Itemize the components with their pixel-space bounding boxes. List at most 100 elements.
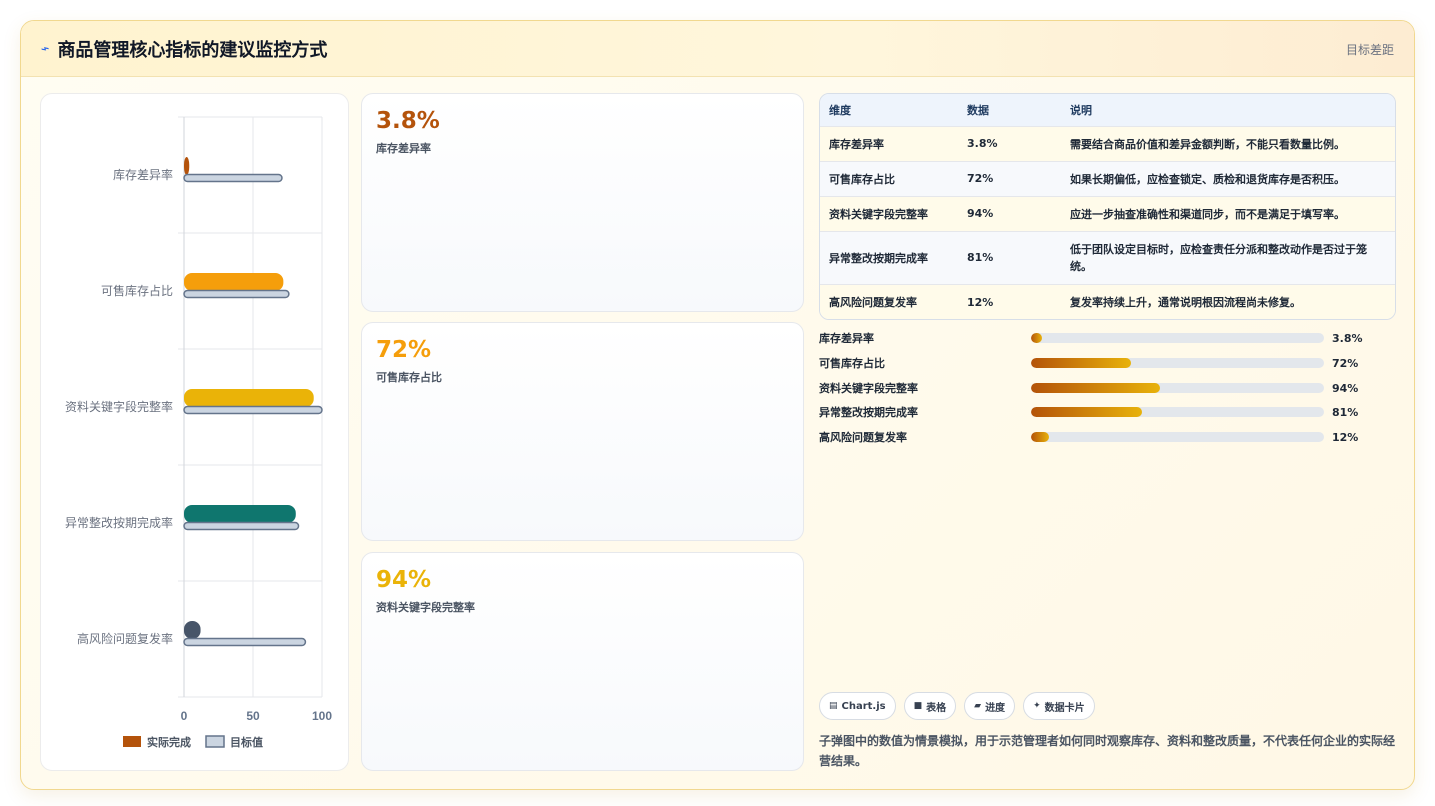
progress-label: 可售库存占比 bbox=[819, 356, 885, 370]
chip-chartjs[interactable]: ▤ Chart.js bbox=[819, 692, 896, 720]
x-tick-label: 0 bbox=[181, 709, 188, 723]
legend-swatch-target bbox=[205, 735, 225, 748]
metrics-table: 维度 数据 说明 库存差异率 3.8% 需要结合商品价值和差异金额判断，不能只看… bbox=[819, 93, 1396, 320]
target-bar bbox=[183, 289, 290, 299]
x-tick-label: 100 bbox=[312, 709, 332, 723]
table-cell: 81% bbox=[958, 230, 1061, 284]
table-cell: 12% bbox=[958, 283, 1061, 319]
progress-row: 库存差异率 3.8% bbox=[819, 330, 1396, 355]
kpi-value: 94% bbox=[376, 567, 432, 593]
progress-label: 资料关键字段完整率 bbox=[819, 381, 918, 395]
progress-fill bbox=[1031, 407, 1143, 418]
progress-label: 异常整改按期完成率 bbox=[819, 406, 918, 420]
table-cell: 高风险问题复发率 bbox=[820, 283, 958, 319]
table-cell: 异常整改按期完成率 bbox=[820, 230, 958, 284]
progress-fill bbox=[1031, 432, 1049, 443]
kpi-label: 库存差异率 bbox=[376, 142, 431, 155]
table-cell: 复发率持续上升，通常说明根因流程尚未修复。 bbox=[1061, 283, 1395, 319]
progress-track bbox=[1031, 333, 1324, 343]
target-bar bbox=[183, 521, 300, 531]
target-bar bbox=[183, 173, 283, 183]
progress-label: 高风险问题复发率 bbox=[819, 431, 907, 445]
bullet-chart: 库存差异率可售库存占比资料关键字段完整率异常整改按期完成率高风险问题复发率 0 50… bbox=[65, 116, 332, 749]
bullet-chart-card: 库存差异率 可售库存占比 资料关键字段完整率 异常整改按期完成率 高风险问题复发率 0 50… bbox=[40, 93, 349, 771]
footnote: 子弹图中的数值为情景模拟，用于示范管理者如何同时观察库存、资料和整改质量，不代表… bbox=[819, 734, 1396, 768]
chip-data-cards[interactable]: ✦ 数据卡片 bbox=[1023, 692, 1095, 720]
table-cell: 94% bbox=[958, 195, 1061, 231]
table-cell: 如果长期偏低，应检查锁定、质检和退货库存是否积压。 bbox=[1061, 160, 1395, 196]
kpi-card-sellable-inventory: 72% 可售库存占比 bbox=[361, 322, 804, 541]
progress-row: 高风险问题复发率 12% bbox=[819, 429, 1396, 454]
table-cell: 72% bbox=[958, 160, 1061, 196]
chip-progress[interactable]: ▰ 进度 bbox=[964, 692, 1016, 720]
table-header: 维度 bbox=[829, 103, 851, 117]
progress-track bbox=[1031, 407, 1324, 418]
kpi-value: 3.8% bbox=[376, 108, 440, 134]
actual-bar bbox=[184, 389, 314, 407]
progress-row: 资料关键字段完整率 94% bbox=[819, 380, 1396, 405]
kpi-value: 72% bbox=[376, 337, 432, 363]
progress-value: 81% bbox=[1332, 406, 1359, 420]
category-label: 库存差异率 bbox=[113, 167, 173, 182]
progress-value: 12% bbox=[1332, 431, 1359, 445]
progress-fill bbox=[1031, 357, 1131, 368]
line-chart-icon: ⌁ bbox=[38, 39, 52, 58]
dashboard-frame: ⌁ 商品管理核心指标的建议监控方式 目标差距 库存差异率 可售库存占比 资料关键字段… bbox=[20, 20, 1415, 790]
progress-row: 异常整改按期完成率 81% bbox=[819, 404, 1396, 429]
target-bar bbox=[183, 405, 323, 415]
table-row: 可售库存占比 72% 如果长期偏低，应检查锁定、质检和退货库存是否积压。 bbox=[820, 160, 1395, 196]
chip-label: 数据卡片 bbox=[1044, 702, 1085, 714]
chip-label: 进度 bbox=[985, 702, 1006, 714]
category-label: 高风险问题复发率 bbox=[77, 631, 173, 646]
actual-bar bbox=[184, 621, 201, 639]
progress-track bbox=[1031, 432, 1324, 443]
tech-chips: ▤ Chart.js ■ 表格 ▰ 进度 ✦ 数据卡片 bbox=[819, 692, 1095, 720]
table-cell: 应进一步抽查准确性和渠道同步，而不是满足于填写率。 bbox=[1061, 195, 1395, 231]
chip-label: 表格 bbox=[926, 702, 947, 714]
progress-icon: ▰ bbox=[974, 701, 982, 711]
table-cell: 资料关键字段完整率 bbox=[820, 195, 958, 231]
progress-value: 94% bbox=[1332, 381, 1359, 395]
table-cell: 可售库存占比 bbox=[820, 160, 958, 196]
table-row: 库存差异率 3.8% 需要结合商品价值和差异金额判断，不能只看数量比例。 bbox=[820, 125, 1395, 161]
progress-track bbox=[1031, 357, 1324, 368]
table-cell: 低于团队设定目标时，应检查责任分派和整改动作是否过于笼统。 bbox=[1061, 230, 1395, 284]
table-row: 资料关键字段完整率 94% 应进一步抽查准确性和渠道同步，而不是满足于填写率。 bbox=[820, 195, 1395, 231]
actual-bar bbox=[184, 505, 296, 523]
actual-bar bbox=[184, 157, 190, 175]
kpi-label: 可售库存占比 bbox=[376, 371, 442, 384]
table-cell: 3.8% bbox=[958, 125, 1061, 161]
legend-label-target: 目标值 bbox=[230, 735, 263, 749]
progress-value: 72% bbox=[1332, 356, 1359, 370]
table-row: 异常整改按期完成率 81% 低于团队设定目标时，应检查责任分派和整改动作是否过于… bbox=[820, 230, 1395, 284]
kpi-card-data-completeness: 94% 资料关键字段完整率 bbox=[361, 552, 804, 771]
table-header-row: 维度 数据 说明 bbox=[820, 94, 1395, 126]
category-label: 可售库存占比 bbox=[101, 283, 173, 298]
progress-fill bbox=[1031, 382, 1160, 393]
progress-label: 库存差异率 bbox=[819, 332, 874, 345]
progress-list: 库存差异率 3.8% 可售库存占比 72% 资料关键字段完整率 94% 异常整改… bbox=[819, 330, 1396, 454]
table-cell: 库存差异率 bbox=[820, 125, 958, 161]
category-label: 异常整改按期完成率 bbox=[65, 515, 173, 530]
category-label: 资料关键字段完整率 bbox=[65, 399, 173, 414]
kpi-card-inventory-variance: 3.8% 库存差异率 bbox=[361, 93, 804, 312]
progress-track bbox=[1031, 382, 1324, 393]
table-icon: ■ bbox=[913, 701, 923, 711]
progress-value: 3.8% bbox=[1332, 332, 1363, 345]
chip-table[interactable]: ■ 表格 bbox=[903, 692, 957, 720]
chart-icon: ▤ bbox=[829, 701, 838, 711]
header-tag: 目标差距 bbox=[1345, 43, 1394, 57]
table-header: 说明 bbox=[1070, 103, 1092, 117]
page-title: 商品管理核心指标的建议监控方式 bbox=[57, 39, 328, 61]
legend-label-actual: 实际完成 bbox=[147, 735, 191, 749]
table-header: 数据 bbox=[967, 103, 989, 117]
chip-label: Chart.js bbox=[841, 700, 886, 712]
table-cell: 需要结合商品价值和差异金额判断，不能只看数量比例。 bbox=[1061, 125, 1395, 161]
table-row: 高风险问题复发率 12% 复发率持续上升，通常说明根因流程尚未修复。 bbox=[820, 283, 1395, 319]
sparkle-icon: ✦ bbox=[1033, 701, 1041, 711]
kpi-label: 资料关键字段完整率 bbox=[376, 601, 475, 614]
actual-bar bbox=[184, 273, 284, 291]
header: ⌁ 商品管理核心指标的建议监控方式 目标差距 bbox=[21, 21, 1414, 77]
progress-fill bbox=[1031, 333, 1043, 343]
legend-swatch-actual bbox=[123, 736, 141, 747]
